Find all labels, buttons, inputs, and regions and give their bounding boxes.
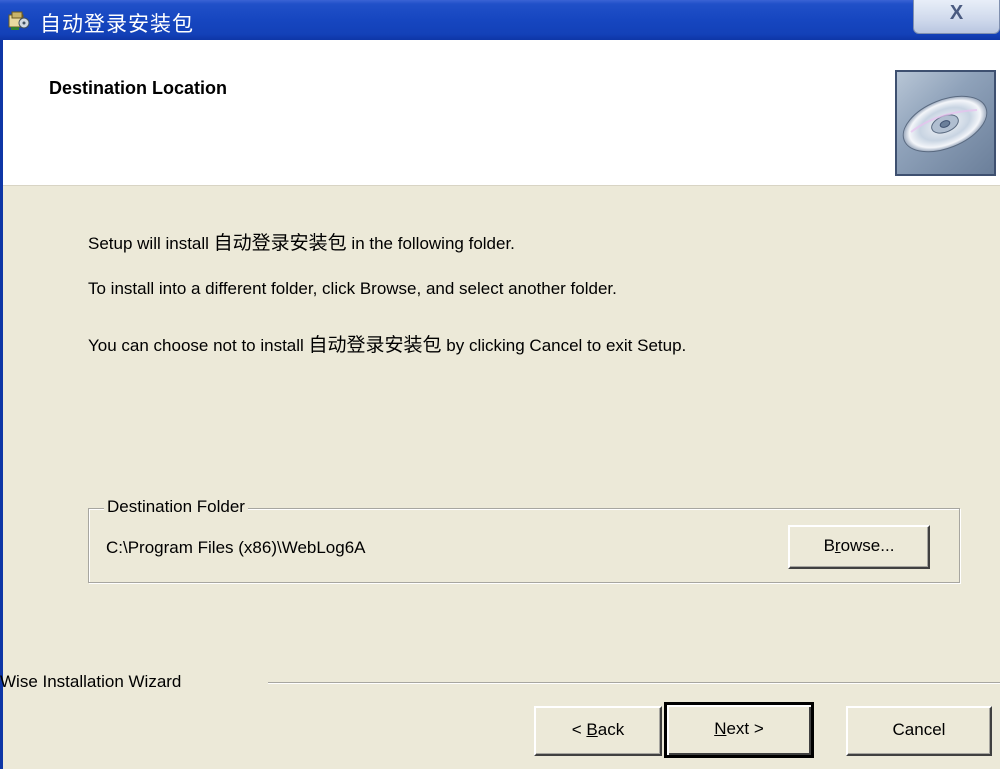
cancel-info-prefix: You can choose not to install bbox=[88, 336, 309, 355]
cancel-button[interactable]: Cancel bbox=[846, 706, 992, 756]
browse-button[interactable]: Browse... bbox=[788, 525, 930, 569]
cancel-info-line: You can choose not to install 自动登录安装包 by… bbox=[88, 330, 686, 357]
browse-button-label: Browse... bbox=[824, 527, 895, 565]
install-info-line: Setup will install 自动登录安装包 in the follow… bbox=[88, 228, 515, 255]
back-label-pre: < bbox=[571, 720, 587, 739]
cd-disc-icon bbox=[895, 70, 996, 176]
next-button-label: Next > bbox=[714, 705, 764, 753]
close-button[interactable]: X bbox=[913, 0, 1000, 34]
browse-label-post: owse... bbox=[840, 536, 895, 555]
back-button[interactable]: < Back bbox=[534, 706, 662, 756]
window-title: 自动登录安装包 bbox=[40, 12, 194, 36]
footer-divider bbox=[268, 682, 1000, 684]
next-label-accel: N bbox=[714, 719, 727, 738]
back-button-label: < Back bbox=[572, 708, 624, 752]
close-icon: X bbox=[949, 2, 964, 24]
installer-app-icon bbox=[8, 11, 30, 30]
setup-window: 自动登录安装包 X Destination Location Setup wil… bbox=[0, 0, 1000, 769]
install-info-prefix: Setup will install bbox=[88, 234, 214, 253]
install-info-suffix: in the following folder. bbox=[346, 234, 515, 253]
destination-folder-path: C:\Program Files (x86)\WebLog6A bbox=[106, 538, 366, 557]
browse-label-pre: B bbox=[823, 536, 835, 555]
next-label-post: ext > bbox=[726, 719, 764, 738]
destination-folder-label: Destination Folder bbox=[104, 497, 248, 517]
title-bar[interactable]: 自动登录安装包 X bbox=[0, 0, 1000, 40]
cancel-button-label: Cancel bbox=[892, 720, 946, 739]
next-button[interactable]: Next > bbox=[664, 702, 814, 758]
app-name: 自动登录安装包 bbox=[213, 232, 347, 254]
back-label-post: ack bbox=[597, 720, 625, 739]
header-panel bbox=[3, 40, 1000, 186]
app-name: 自动登录安装包 bbox=[308, 334, 442, 356]
browse-instruction-line: To install into a different folder, clic… bbox=[88, 279, 617, 298]
wizard-brand-label: Wise Installation Wizard bbox=[0, 672, 182, 691]
page-title: Destination Location bbox=[49, 78, 228, 98]
cancel-info-suffix: by clicking Cancel to exit Setup. bbox=[441, 336, 687, 355]
back-label-accel: B bbox=[586, 720, 598, 739]
